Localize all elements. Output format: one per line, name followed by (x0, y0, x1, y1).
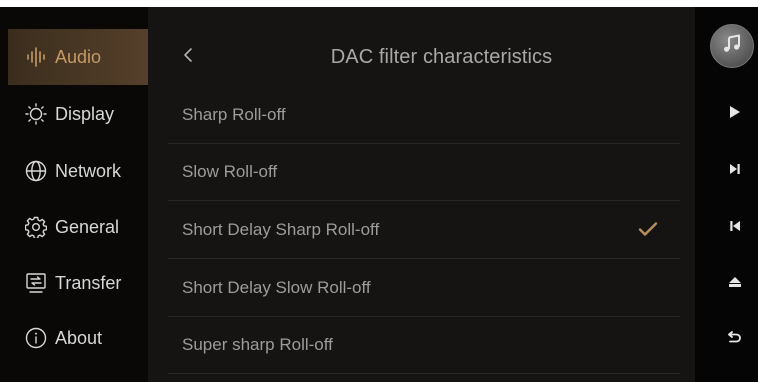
music-note-icon (722, 34, 742, 59)
option-sharp-roll-off[interactable]: Sharp Roll-off (168, 87, 680, 144)
sidebar-item-label: Network (55, 160, 122, 181)
option-label: Slow Roll-off (182, 162, 278, 181)
option-short-delay-sharp-roll-off[interactable]: Short Delay Sharp Roll-off (168, 202, 680, 259)
info-icon (25, 327, 47, 349)
globe-icon (25, 160, 47, 182)
sidebar-item-label: Transfer (55, 272, 122, 293)
previous-track-button[interactable] (723, 216, 747, 240)
panel-header: DAC filter characteristics (148, 29, 695, 85)
sidebar-item-audio[interactable]: Audio (8, 29, 148, 85)
back-button[interactable] (176, 41, 200, 73)
brightness-icon (25, 103, 47, 125)
transfer-icon (25, 272, 47, 294)
option-label: Sharp Roll-off (182, 105, 286, 124)
sidebar-item-label: About (55, 327, 103, 348)
chevron-left-icon (182, 47, 194, 68)
sidebar-item-label: Audio (55, 46, 102, 67)
page-title: DAC filter characteristics (330, 46, 553, 68)
sidebar-item-network[interactable]: Network (8, 143, 148, 199)
play-icon (729, 105, 741, 124)
option-label: Short Delay Sharp Roll-off (182, 220, 380, 239)
play-button[interactable] (723, 102, 747, 126)
option-label: Short Delay Slow Roll-off (182, 278, 371, 297)
sidebar-item-label: Display (55, 103, 115, 124)
previous-track-icon (729, 219, 741, 237)
eject-button[interactable] (723, 272, 747, 296)
option-super-sharp-roll-off[interactable]: Super sharp Roll-off (168, 317, 680, 374)
return-button[interactable] (723, 327, 747, 351)
option-short-delay-slow-roll-off[interactable]: Short Delay Slow Roll-off (168, 260, 680, 317)
filter-settings-panel: DAC filter characteristics Sharp Roll-of… (148, 7, 695, 382)
now-playing-button[interactable] (710, 24, 754, 68)
settings-sidebar: Audio Display Network General Transfer A… (0, 7, 148, 382)
next-track-button[interactable] (723, 159, 747, 183)
checkmark-icon (638, 221, 658, 242)
option-label: Super sharp Roll-off (182, 335, 333, 354)
audio-bars-icon (25, 46, 47, 68)
return-icon (728, 330, 742, 348)
playback-control-bar (695, 7, 758, 382)
sidebar-item-transfer[interactable]: Transfer (8, 255, 148, 311)
sidebar-item-about[interactable]: About (8, 310, 148, 366)
gear-icon (25, 216, 47, 238)
sidebar-item-general[interactable]: General (8, 199, 148, 255)
device-screen: Audio Display Network General Transfer A… (0, 7, 758, 382)
eject-icon (728, 275, 742, 293)
option-slow-roll-off[interactable]: Slow Roll-off (168, 144, 680, 201)
sidebar-item-display[interactable]: Display (8, 86, 148, 142)
next-track-icon (729, 162, 741, 180)
sidebar-item-label: General (55, 216, 120, 237)
